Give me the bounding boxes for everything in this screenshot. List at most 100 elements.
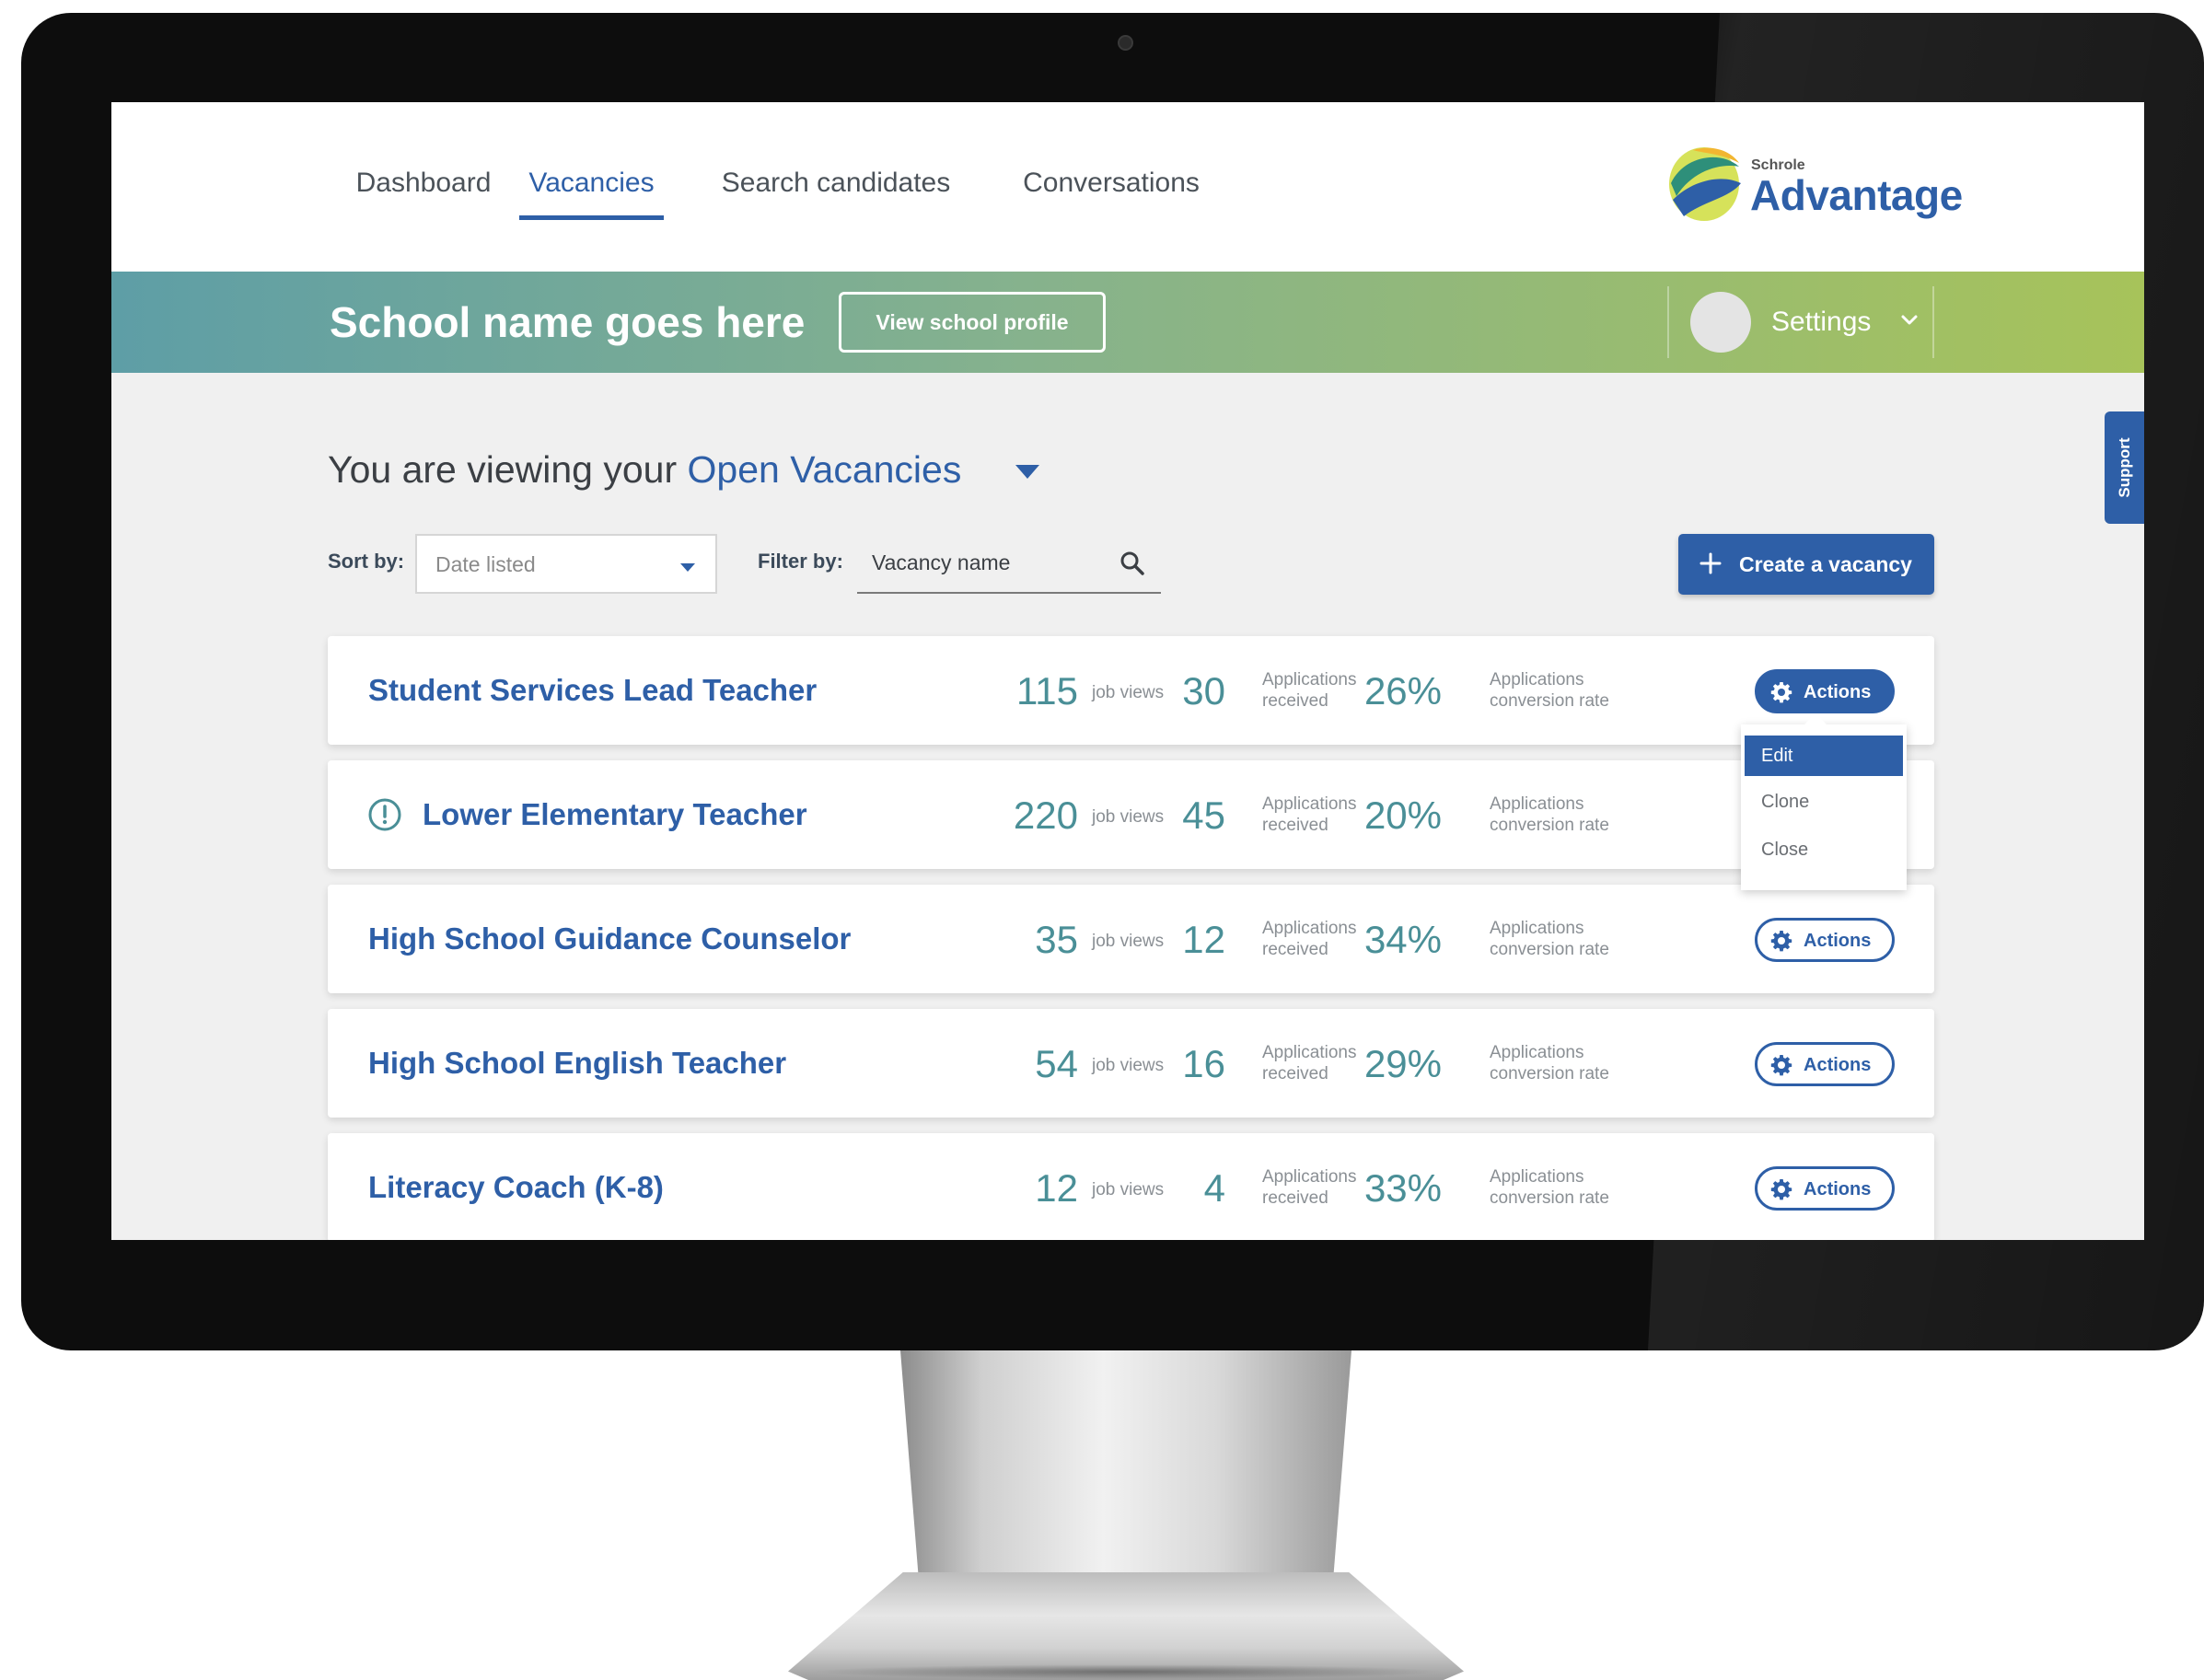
conversion-label: conversion rate bbox=[1490, 1064, 1609, 1083]
chevron-down-icon[interactable] bbox=[1896, 307, 1923, 334]
job-views-label: job views bbox=[1092, 683, 1165, 702]
conversion-label: conversion rate bbox=[1490, 1188, 1609, 1208]
dropdown-arrow bbox=[1804, 713, 1827, 724]
viewing-prefix: You are viewing your bbox=[328, 448, 678, 491]
actions-label: Actions bbox=[1804, 682, 1872, 702]
plus-icon bbox=[1699, 552, 1722, 574]
vacancy-view-selector[interactable]: You are viewing your Open Vacancies bbox=[328, 448, 961, 492]
actions-button[interactable]: Actions bbox=[1755, 918, 1895, 962]
alert-circle-icon bbox=[368, 798, 401, 831]
vacancy-name-filter-input[interactable] bbox=[857, 534, 1161, 594]
viewing-value[interactable]: Open Vacancies bbox=[688, 448, 962, 491]
conversion-rate: 34% bbox=[1363, 918, 1442, 961]
vacancy-title[interactable]: Student Services Lead Teacher bbox=[368, 673, 817, 708]
vacancy-row: Literacy Coach (K-8) 12 job views 4 Appl… bbox=[328, 1133, 1934, 1240]
vacancy-title[interactable]: High School English Teacher bbox=[368, 1046, 786, 1081]
applications-label: received bbox=[1262, 940, 1328, 959]
job-views-count: 12 bbox=[1035, 1166, 1078, 1210]
applications-count: 30 bbox=[1182, 669, 1225, 713]
actions-label: Actions bbox=[1804, 1179, 1872, 1199]
conversion-label: Applications bbox=[1490, 670, 1584, 689]
applications-label: Applications bbox=[1262, 670, 1357, 689]
actions-label: Actions bbox=[1804, 1055, 1872, 1075]
create-vacancy-button[interactable]: Create a vacancy bbox=[1678, 534, 1934, 595]
actions-label: Actions bbox=[1804, 931, 1872, 951]
vacancy-title[interactable]: Literacy Coach (K-8) bbox=[368, 1170, 664, 1205]
applications-label: received bbox=[1262, 816, 1328, 835]
conversion-rate: 29% bbox=[1363, 1042, 1442, 1085]
conversion-label: Applications bbox=[1490, 919, 1584, 938]
banner-divider bbox=[1667, 286, 1669, 358]
applications-count: 45 bbox=[1182, 794, 1225, 837]
camera-dot bbox=[1118, 35, 1133, 51]
conversion-label: Applications bbox=[1490, 1043, 1584, 1062]
applications-count: 12 bbox=[1182, 918, 1225, 961]
school-name: School name goes here bbox=[330, 298, 806, 346]
applications-count: 4 bbox=[1203, 1166, 1225, 1210]
sort-label: Sort by: bbox=[328, 550, 405, 573]
vacancy-row: High School Guidance Counselor 35 job vi… bbox=[328, 885, 1934, 993]
job-views-label: job views bbox=[1092, 1180, 1165, 1199]
applications-label: Applications bbox=[1262, 1167, 1357, 1187]
gear-icon bbox=[1770, 682, 1792, 703]
conversion-rate: 26% bbox=[1363, 669, 1442, 713]
job-views-label: job views bbox=[1092, 1056, 1165, 1075]
applications-count: 16 bbox=[1182, 1042, 1225, 1085]
menu-item-clone[interactable]: Clone bbox=[1745, 782, 1903, 822]
logo-product-name: Advantage bbox=[1750, 171, 1963, 219]
actions-button[interactable]: Actions bbox=[1755, 1166, 1895, 1211]
tab-conversations[interactable]: Conversations bbox=[1001, 163, 1222, 220]
monitor-stand-neck bbox=[900, 1350, 1351, 1576]
create-vacancy-label: Create a vacancy bbox=[1739, 552, 1912, 576]
menu-item-edit[interactable]: Edit bbox=[1745, 736, 1903, 776]
conversion-label: Applications bbox=[1490, 1167, 1584, 1187]
applications-label: received bbox=[1262, 691, 1328, 711]
actions-dropdown-menu: Edit Clone Close bbox=[1741, 713, 1907, 890]
search-icon[interactable] bbox=[1119, 550, 1146, 577]
settings-menu-label[interactable]: Settings bbox=[1771, 307, 1871, 338]
applications-label: received bbox=[1262, 1064, 1328, 1083]
gear-icon bbox=[1770, 1055, 1792, 1076]
gear-icon bbox=[1770, 931, 1792, 952]
sort-selected-value: Date listed bbox=[435, 552, 536, 576]
conversion-label: conversion rate bbox=[1490, 691, 1609, 711]
avatar[interactable] bbox=[1690, 292, 1751, 353]
vacancy-row: Lower Elementary Teacher 220 job views 4… bbox=[328, 760, 1934, 869]
conversion-rate: 33% bbox=[1363, 1166, 1442, 1210]
logo-mark-icon bbox=[1669, 147, 1741, 221]
screen: Dashboard Vacancies Search candidates Co… bbox=[111, 102, 2144, 1240]
tab-dashboard[interactable]: Dashboard bbox=[354, 163, 493, 220]
sort-select[interactable]: Date listed bbox=[415, 534, 717, 594]
support-label: Support bbox=[2115, 437, 2133, 498]
conversion-rate: 20% bbox=[1363, 794, 1442, 837]
job-views-count: 54 bbox=[1035, 1042, 1078, 1085]
filter-label: Filter by: bbox=[758, 550, 843, 573]
brand-logo[interactable]: Schrole Advantage bbox=[1665, 143, 1969, 235]
actions-button[interactable]: Actions bbox=[1755, 1042, 1895, 1086]
job-views-count: 220 bbox=[1013, 794, 1078, 837]
job-views-label: job views bbox=[1092, 807, 1165, 827]
job-views-count: 115 bbox=[1016, 669, 1078, 713]
caret-down-icon bbox=[680, 563, 695, 572]
applications-label: Applications bbox=[1262, 794, 1357, 814]
applications-label: Applications bbox=[1262, 919, 1357, 938]
conversion-label: Applications bbox=[1490, 794, 1584, 814]
vacancy-row: Student Services Lead Teacher 115 job vi… bbox=[328, 636, 1934, 745]
gear-icon bbox=[1770, 1179, 1792, 1200]
tab-vacancies[interactable]: Vacancies bbox=[519, 163, 664, 220]
stand-shadow bbox=[810, 1664, 1445, 1679]
tab-search-candidates[interactable]: Search candidates bbox=[721, 163, 951, 220]
applications-label: Applications bbox=[1262, 1043, 1357, 1062]
conversion-label: conversion rate bbox=[1490, 940, 1609, 959]
menu-item-close[interactable]: Close bbox=[1745, 829, 1903, 870]
job-views-label: job views bbox=[1092, 932, 1165, 951]
vacancy-title[interactable]: High School Guidance Counselor bbox=[368, 921, 851, 956]
caret-down-icon[interactable] bbox=[1012, 460, 1043, 482]
job-views-count: 35 bbox=[1035, 918, 1078, 961]
support-tab[interactable]: Support bbox=[2105, 411, 2144, 524]
school-banner: School name goes here View school profil… bbox=[111, 272, 2144, 373]
view-school-profile-button[interactable]: View school profile bbox=[839, 292, 1106, 353]
actions-button[interactable]: Actions bbox=[1755, 669, 1895, 713]
vacancy-title[interactable]: Lower Elementary Teacher bbox=[423, 797, 807, 832]
vacancy-row: High School English Teacher 54 job views… bbox=[328, 1009, 1934, 1118]
